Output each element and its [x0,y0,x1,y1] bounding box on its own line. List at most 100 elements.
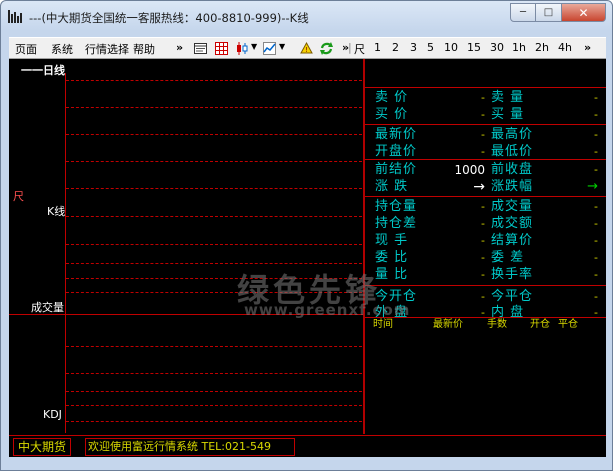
menu-page[interactable]: 页面 [15,41,37,57]
grid-line [66,80,362,81]
ruler-button[interactable]: 尺 [354,41,365,57]
quote-label: 前结价 [375,162,418,177]
header-lots: 手数 [487,319,507,330]
quote-value: - [594,163,598,176]
watermark-url: www.greenxf.com [244,301,411,319]
quote-value: - [481,145,485,158]
grid-line [66,107,362,108]
line-chart-dropdown-icon[interactable]: ▼ [279,42,285,51]
quote-label: 卖 价 [375,90,409,105]
period-5[interactable]: 5 [427,41,434,54]
quote-label: 持仓差 [375,216,418,231]
menu-help[interactable]: 帮助 [133,41,155,57]
grid-line [66,134,362,135]
grid-line [66,405,362,406]
quote-row: 现 手 - 结算价 - [365,232,606,250]
quote-label: 成交量 [491,199,534,214]
header-close: 平仓 [558,319,578,330]
quote-separator [365,124,606,125]
quote-row: 涨 跌 → 涨跌幅 → [365,178,606,196]
menu-toolbar: 页面 系统 行情选择 帮助 » ▼ ▼ ! » | 尺 1 2 3 5 10 1… [9,37,606,59]
status-bar: 中大期货 欢迎使用富远行情系统 TEL:021-549 [9,435,606,457]
header-last: 最新价 [433,319,463,330]
period-30[interactable]: 30 [490,41,504,54]
quote-label: 最低价 [491,144,534,159]
grid-line [66,161,362,162]
quote-row: 委 比-委 差- [365,249,606,267]
quote-label: 买 价 [375,107,409,122]
grid-line [66,391,362,392]
grid-line [66,421,362,422]
quote-row: 前结价 1000 前收盘 - [365,161,606,179]
quote-row: 买 价-买 量- [365,106,606,124]
chart-client-area: 一一日线 尺 100 80 60 40 20 K线 80 60 40 20 [9,59,606,457]
quote-value: 1000 [454,163,485,177]
quote-value: - [594,145,598,158]
window-icon[interactable] [193,41,208,56]
quote-value: - [594,91,598,104]
period-1h[interactable]: 1h [512,41,526,54]
quote-value: - [594,234,598,247]
candlestick-dropdown-icon[interactable]: ▼ [251,42,257,51]
close-button[interactable]: ✕ [562,3,606,22]
minimize-button[interactable]: ─ [510,3,536,22]
grid-line [66,188,362,189]
menu-market-select[interactable]: 行情选择 [85,41,129,57]
period-3[interactable]: 3 [410,41,417,54]
window-title: ---(中大期货全国统一客服热线：400-8810-999)--K线 [29,11,309,25]
grid-line [66,244,362,245]
quote-label: 买 量 [491,107,525,122]
grid-icon[interactable] [214,41,229,56]
quote-label: 开盘价 [375,144,418,159]
quote-value: - [594,200,598,213]
grid-line [66,373,362,374]
overflow-chevron-icon[interactable]: » [584,41,591,54]
quote-value: → [587,179,598,194]
candlestick-icon[interactable] [235,41,250,56]
maximize-button[interactable]: □ [536,3,562,22]
quote-row: 持仓差 - 成交额 - [365,215,606,233]
triangle-icon[interactable]: ! [299,41,314,56]
quote-row: 开盘价 - 最低价 - [365,143,606,161]
period-1[interactable]: 1 [374,41,381,54]
quote-label: 持仓量 [375,199,418,214]
quote-label: 卖 量 [491,90,525,105]
quote-value: - [594,217,598,230]
status-brand[interactable]: 中大期货 [13,438,72,456]
quote-label: 涨跌幅 [491,179,534,194]
app-window: ---(中大期货全国统一客服热线：400-8810-999)--K线 ─ □ ✕… [0,0,613,471]
quote-label: 结算价 [491,233,534,248]
quote-value: - [481,128,485,141]
header-open: 开仓 [530,319,550,330]
chart-area[interactable]: 一一日线 尺 100 80 60 40 20 K线 80 60 40 20 [9,59,363,434]
quote-value: - [481,251,485,264]
refresh-icon[interactable] [319,41,334,56]
quote-value: - [481,217,485,230]
line-chart-icon[interactable] [262,41,277,56]
title-bar[interactable]: ---(中大期货全国统一客服热线：400-8810-999)--K线 ─ □ ✕ [1,1,612,31]
toolbar-separator: | [348,41,352,54]
quote-separator [365,87,606,88]
period-15[interactable]: 15 [467,41,481,54]
period-4h[interactable]: 4h [558,41,572,54]
quote-value: - [481,200,485,213]
panel-label-kdj: KDJ [43,408,62,421]
overflow-chevron-icon[interactable]: » [176,41,183,54]
svg-text:!: ! [305,46,308,54]
quote-row: 卖 价-卖 量- [365,89,606,107]
y-axis-line [65,73,66,433]
menu-system[interactable]: 系统 [51,41,73,57]
grid-line [66,346,362,347]
quote-value: - [481,108,485,121]
period-2h[interactable]: 2h [535,41,549,54]
quote-label: 前收盘 [491,162,534,177]
quote-label: 换手率 [491,267,534,282]
quote-label: 现 手 [375,233,409,248]
quote-separator [365,196,606,197]
side-ruler-mark: 尺 [13,190,24,203]
app-chart-icon [8,10,22,23]
period-2[interactable]: 2 [392,41,399,54]
quote-row: 持仓量 - 成交量 - [365,198,606,216]
quote-label: 涨 跌 [375,179,409,194]
period-10[interactable]: 10 [444,41,458,54]
